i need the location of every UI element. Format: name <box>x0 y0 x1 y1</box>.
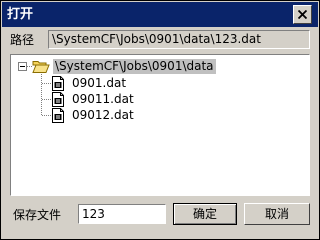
tree-file-label: 09011.dat <box>72 92 134 106</box>
file-tree[interactable]: \SystemCF\Jobs\0901\data 0901.dat 09011.… <box>10 54 310 196</box>
save-file-label: 保存文件 <box>13 208 62 222</box>
confirm-button[interactable]: 确定 <box>173 203 237 225</box>
open-folder-icon <box>32 61 50 73</box>
path-label: 路径 <box>10 33 35 47</box>
collapse-toggle[interactable] <box>18 62 27 71</box>
path-field: \SystemCF\Jobs\0901\data\123.dat <box>48 30 310 49</box>
dialog-title: 打开 <box>7 7 34 22</box>
data-file-icon <box>52 92 64 107</box>
title-bar[interactable]: 打开 <box>2 2 318 27</box>
tree-file-label: 09012.dat <box>72 108 134 122</box>
tree-root-folder[interactable]: \SystemCF\Jobs\0901\data <box>53 59 216 74</box>
tree-file-label: 0901.dat <box>72 76 127 90</box>
save-filename-input[interactable] <box>78 204 166 224</box>
data-file-icon <box>52 108 64 123</box>
open-dialog: 打开 路径 \SystemCF\Jobs\0901\data\123.dat \… <box>0 0 320 240</box>
close-icon <box>298 10 307 19</box>
cancel-button[interactable]: 取消 <box>244 203 310 225</box>
close-button[interactable] <box>293 5 312 24</box>
data-file-icon <box>52 76 64 91</box>
